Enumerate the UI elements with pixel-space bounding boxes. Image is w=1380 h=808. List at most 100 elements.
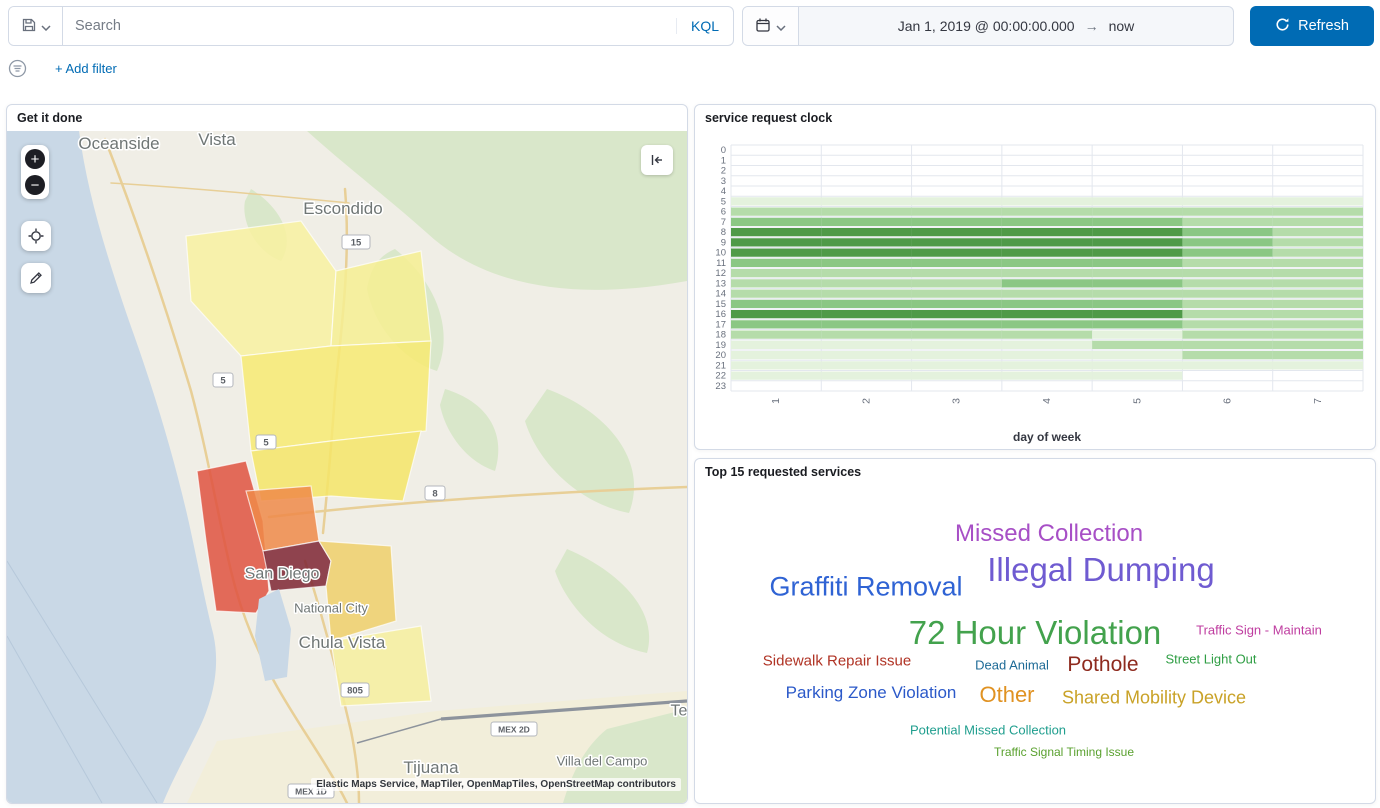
tagcloud-word[interactable]: Other	[979, 682, 1034, 708]
heatmap-cell[interactable]	[1182, 228, 1272, 236]
heatmap-cell[interactable]	[1092, 249, 1182, 257]
heatmap-cell[interactable]	[1273, 218, 1363, 226]
heatmap-cell[interactable]	[912, 351, 1002, 359]
tagcloud-word[interactable]: Illegal Dumping	[987, 551, 1214, 589]
map-attribution[interactable]: Elastic Maps Service, MapTiler, OpenMapT…	[311, 778, 681, 791]
heatmap-cell[interactable]	[1273, 341, 1363, 349]
heatmap-cell[interactable]	[1182, 351, 1272, 359]
heatmap-cell[interactable]	[912, 279, 1002, 287]
zoom-out-button[interactable]: −	[25, 175, 45, 195]
date-start[interactable]: Jan 1, 2019 @ 00:00:00.000	[898, 18, 1075, 34]
heatmap-cell[interactable]	[731, 197, 821, 205]
heatmap-cell[interactable]	[1273, 197, 1363, 205]
heatmap-cell[interactable]	[1092, 197, 1182, 205]
search-input[interactable]	[63, 18, 676, 34]
heatmap-cell[interactable]	[1182, 259, 1272, 267]
heatmap-cell[interactable]	[821, 249, 911, 257]
heatmap-cell[interactable]	[912, 361, 1002, 369]
heatmap-cell[interactable]	[1182, 310, 1272, 318]
map-svg[interactable]: 15558805MEX 2DMEX 1DOceansideVistaEscond…	[7, 131, 687, 803]
heatmap-cell[interactable]	[731, 290, 821, 298]
heatmap-cell[interactable]	[912, 218, 1002, 226]
heatmap-cell[interactable]	[731, 310, 821, 318]
heatmap-cell[interactable]	[1273, 331, 1363, 339]
heatmap-cell[interactable]	[1273, 269, 1363, 277]
heatmap-cell[interactable]	[1092, 300, 1182, 308]
heatmap-cell[interactable]	[1092, 351, 1182, 359]
heatmap-cell[interactable]	[1182, 361, 1272, 369]
heatmap-cell[interactable]	[1002, 320, 1092, 328]
heatmap-cell[interactable]	[912, 269, 1002, 277]
calendar-button[interactable]	[743, 7, 799, 45]
kql-badge[interactable]: KQL	[676, 18, 733, 34]
panel-title[interactable]: Get it done	[17, 111, 82, 125]
heatmap-cell[interactable]	[1273, 320, 1363, 328]
heatmap-cell[interactable]	[821, 300, 911, 308]
heatmap-cell[interactable]	[1182, 218, 1272, 226]
heatmap-cell[interactable]	[1002, 238, 1092, 246]
heatmap-cell[interactable]	[1092, 331, 1182, 339]
panel-title[interactable]: service request clock	[705, 111, 832, 125]
heatmap-cell[interactable]	[1092, 361, 1182, 369]
heatmap-cell[interactable]	[1092, 372, 1182, 380]
heatmap-cell[interactable]	[1273, 290, 1363, 298]
heatmap-cell[interactable]	[821, 279, 911, 287]
tagcloud-word[interactable]: Sidewalk Repair Issue	[763, 653, 911, 670]
heatmap-cell[interactable]	[731, 279, 821, 287]
heatmap-cell[interactable]	[912, 300, 1002, 308]
heatmap-cell[interactable]	[1002, 341, 1092, 349]
heatmap-cell[interactable]	[1092, 279, 1182, 287]
heatmap-cell[interactable]	[731, 259, 821, 267]
heatmap-cell[interactable]	[821, 238, 911, 246]
heatmap-cell[interactable]	[731, 249, 821, 257]
tagcloud-word[interactable]: Traffic Sign - Maintain	[1196, 623, 1322, 638]
fit-to-data-button[interactable]	[21, 221, 51, 251]
heatmap-cell[interactable]	[1002, 290, 1092, 298]
heatmap-cell[interactable]	[1002, 361, 1092, 369]
heatmap-cell[interactable]	[821, 208, 911, 216]
heatmap-cell[interactable]	[821, 372, 911, 380]
heatmap-cell[interactable]	[1273, 238, 1363, 246]
heatmap-cell[interactable]	[731, 218, 821, 226]
heatmap-cell[interactable]	[912, 331, 1002, 339]
heatmap-cell[interactable]	[731, 228, 821, 236]
heatmap-cell[interactable]	[1002, 228, 1092, 236]
heatmap-cell[interactable]	[1002, 300, 1092, 308]
heatmap-cell[interactable]	[1182, 249, 1272, 257]
tagcloud-word[interactable]: Missed Collection	[955, 520, 1143, 548]
heatmap-cell[interactable]	[1002, 310, 1092, 318]
heatmap-cell[interactable]	[912, 197, 1002, 205]
tagcloud-word[interactable]: Parking Zone Violation	[786, 683, 957, 703]
heatmap-cell[interactable]	[821, 320, 911, 328]
heatmap-cell[interactable]	[912, 238, 1002, 246]
heatmap-cell[interactable]	[821, 228, 911, 236]
tagcloud-word[interactable]: Dead Animal	[975, 658, 1049, 673]
heatmap-cell[interactable]	[731, 351, 821, 359]
heatmap-cell[interactable]	[731, 320, 821, 328]
tagcloud-word[interactable]: Traffic Signal Timing Issue	[994, 745, 1134, 759]
tagcloud-word[interactable]: Pothole	[1067, 653, 1138, 677]
heatmap-cell[interactable]	[1002, 197, 1092, 205]
tagcloud-word[interactable]: 72 Hour Violation	[909, 614, 1162, 652]
heatmap-cell[interactable]	[821, 341, 911, 349]
heatmap-cell[interactable]	[731, 300, 821, 308]
heatmap-cell[interactable]	[1273, 208, 1363, 216]
map[interactable]: 15558805MEX 2DMEX 1DOceansideVistaEscond…	[7, 131, 687, 803]
panel-title[interactable]: Top 15 requested services	[705, 465, 861, 479]
heatmap-cell[interactable]	[1092, 208, 1182, 216]
heatmap-cell[interactable]	[1273, 228, 1363, 236]
legend-collapse-button[interactable]	[641, 145, 673, 175]
heatmap-cell[interactable]	[1002, 249, 1092, 257]
tagcloud-word[interactable]: Street Light Out	[1165, 652, 1256, 667]
heatmap-cell[interactable]	[821, 197, 911, 205]
tagcloud-word[interactable]: Graffiti Removal	[769, 572, 962, 603]
heatmap-cell[interactable]	[1182, 238, 1272, 246]
heatmap-cell[interactable]	[1273, 259, 1363, 267]
heatmap-cell[interactable]	[912, 372, 1002, 380]
heatmap-cell[interactable]	[1273, 279, 1363, 287]
date-end[interactable]: now	[1109, 18, 1135, 34]
heatmap-cell[interactable]	[821, 290, 911, 298]
heatmap-cell[interactable]	[731, 208, 821, 216]
draw-tools-button[interactable]	[21, 263, 51, 293]
heatmap-cell[interactable]	[1092, 269, 1182, 277]
